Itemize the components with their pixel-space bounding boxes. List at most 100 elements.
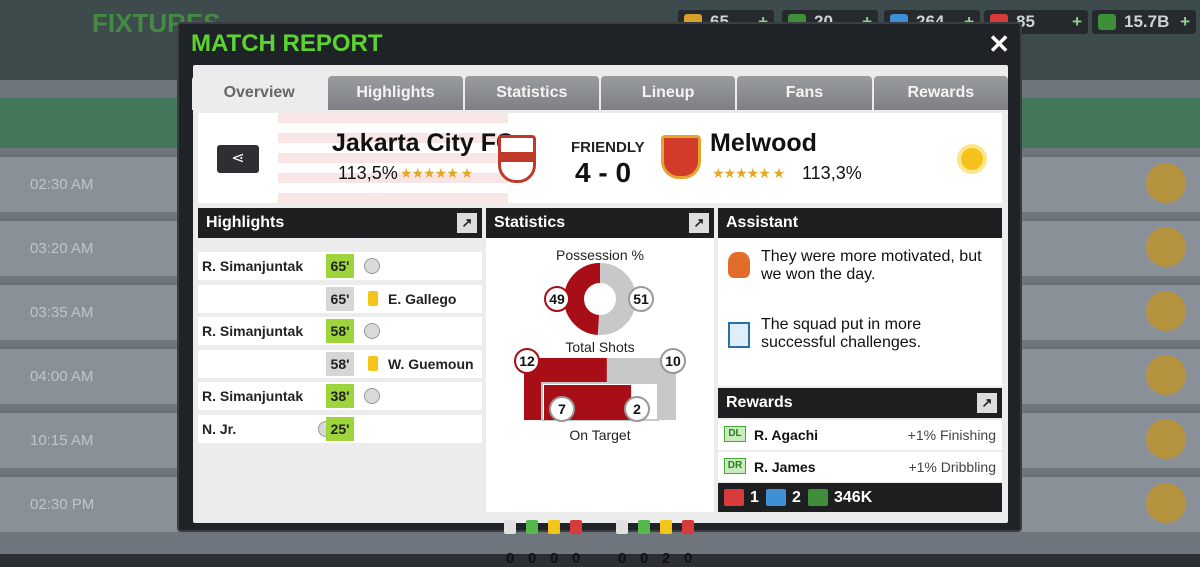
yellow-card-icon	[368, 355, 378, 371]
on-target-away-value: 2	[624, 396, 650, 422]
highlights-title: Highlights	[206, 214, 285, 231]
highlight-row: R. Simanjuntak 38'	[198, 382, 482, 410]
card-count-away: 0	[618, 550, 627, 567]
assistant-panel: They were more motivated, but we won the…	[718, 238, 1002, 386]
tab-highlights[interactable]: Highlights	[328, 76, 463, 110]
highlights-header: Highlights ↗	[198, 208, 482, 238]
highlight-player: R. Simanjuntak	[202, 258, 304, 274]
tab-overview[interactable]: Overview	[192, 76, 327, 110]
ball-icon	[363, 388, 380, 404]
away-stars-icon: ★★★★★ ★	[712, 165, 785, 181]
possession-home-arc	[564, 263, 601, 335]
background-fixture-time: 04:00 AM	[30, 368, 94, 385]
highlight-player: R. Simanjuntak	[202, 388, 304, 404]
substitution-icon	[526, 520, 538, 534]
on-target-label: On Target	[569, 427, 631, 443]
background-coin-icon	[1146, 483, 1186, 523]
rewards-header: Rewards ↗	[718, 388, 1002, 418]
close-icon[interactable]: ✕	[988, 30, 1010, 58]
tab-rewards[interactable]: Rewards	[873, 76, 1008, 110]
reward-player: R. James	[754, 459, 816, 475]
yellow-card-icon	[368, 290, 378, 306]
background-fixture-time: 02:30 PM	[30, 496, 95, 513]
reward-text: +1% Finishing	[907, 427, 996, 443]
statistics-header: Statistics ↗	[486, 208, 714, 238]
share-icon[interactable]: ⋖	[217, 145, 259, 173]
expand-rewards-icon[interactable]: ↗	[977, 393, 997, 413]
home-stars-icon: ★★★★★ ★	[400, 165, 473, 181]
position-badge: DR	[724, 458, 746, 474]
home-team-name: Jakarta City FC	[332, 129, 515, 157]
injury-icon	[616, 520, 628, 534]
highlight-row: R. Simanjuntak 58'	[198, 317, 482, 345]
energy-icon	[766, 489, 786, 506]
tab-statistics[interactable]: Statistics	[464, 76, 599, 110]
highlight-player: W. Guemoun	[388, 355, 474, 372]
home-crest-icon	[498, 135, 536, 183]
possession-away-value: 51	[628, 286, 654, 312]
highlight-minute: 25'	[326, 416, 354, 441]
tab-bar: Overview Highlights Statistics Lineup Fa…	[192, 76, 1010, 110]
ball-icon	[363, 258, 380, 274]
assistant-tip-2: The squad put in more successful challen…	[761, 316, 922, 351]
yellow-card-icon	[548, 520, 560, 534]
rewards-summary-bar: 1 2 346K	[718, 483, 1002, 512]
tactics-board-icon	[728, 322, 750, 348]
assistant-tip-1: They were more motivated, but we won the…	[761, 248, 982, 283]
highlight-minute: 38'	[326, 384, 354, 408]
statistics-title: Statistics	[494, 214, 566, 231]
card-count-home: 0	[572, 550, 581, 567]
position-badge: DL	[724, 426, 746, 442]
background-coin-icon	[1146, 355, 1186, 395]
tab-fans[interactable]: Fans	[737, 76, 872, 110]
card-count-away: 0	[640, 550, 649, 567]
dialog-title: MATCH REPORT	[191, 30, 383, 57]
shots-away-value: 10	[660, 348, 686, 374]
highlight-row: 65' E. Gallego	[198, 284, 482, 313]
background-coin-icon	[1146, 163, 1186, 203]
on-target-home-value: 7	[549, 396, 575, 422]
shots-home-value: 12	[514, 348, 540, 374]
highlight-row: R. Simanjuntak 65'	[198, 252, 482, 280]
rewards-title: Rewards	[726, 394, 793, 411]
assistant-header: Assistant	[718, 208, 1002, 238]
highlight-minute: 65'	[326, 254, 354, 278]
card-count-away: 2	[662, 550, 671, 567]
highlight-row: 58' W. Guemoun	[198, 349, 482, 378]
card-count-home: 0	[550, 550, 559, 567]
red-card-icon	[570, 520, 582, 534]
reward-row: DL R. Agachi +1% Finishing	[718, 420, 1002, 450]
highlight-minute: 58'	[326, 351, 354, 376]
resource-counter: 15.7B +	[1092, 10, 1196, 34]
background-coin-icon	[1146, 227, 1186, 267]
expand-statistics-icon[interactable]: ↗	[689, 213, 709, 233]
background-coin-icon	[1146, 419, 1186, 459]
background-coin-icon	[1146, 291, 1186, 331]
ball-icon	[363, 323, 380, 339]
background-fixture-time: 02:30 AM	[30, 176, 94, 193]
cash-icon	[808, 489, 828, 506]
yellow-card-icon	[660, 520, 672, 534]
home-team-rating: 113,5%	[338, 163, 398, 183]
match-type: FRIENDLY	[571, 139, 645, 156]
medkit-icon	[724, 489, 744, 506]
away-team-rating: 113,3%	[802, 163, 862, 183]
background-fixture-time: 03:20 AM	[30, 240, 94, 257]
statistics-panel: Possession % 49 51 Total Shots 12 10 7 2…	[486, 238, 714, 567]
expand-highlights-icon[interactable]: ↗	[457, 213, 477, 233]
match-score: 4 - 0	[575, 157, 632, 188]
red-card-icon	[682, 520, 694, 534]
highlight-player: R. Simanjuntak	[202, 323, 304, 339]
card-count-away: 0	[684, 550, 693, 567]
add-resource-button[interactable]: +	[1180, 12, 1190, 32]
match-header: ⋖ Jakarta City FC 113,5% ★★★★★ ★ FRIENDL…	[198, 113, 1002, 203]
substitution-icon	[638, 520, 650, 534]
away-team-name: Melwood	[710, 129, 817, 157]
background-fixture-time: 10:15 AM	[30, 432, 94, 449]
add-resource-button[interactable]: +	[1072, 12, 1082, 32]
home-banner-bg	[278, 113, 508, 203]
tab-lineup[interactable]: Lineup	[600, 76, 736, 110]
assistant-title: Assistant	[726, 214, 799, 231]
energy-value: 2	[792, 489, 801, 506]
highlight-player: N. Jr.	[202, 420, 237, 437]
